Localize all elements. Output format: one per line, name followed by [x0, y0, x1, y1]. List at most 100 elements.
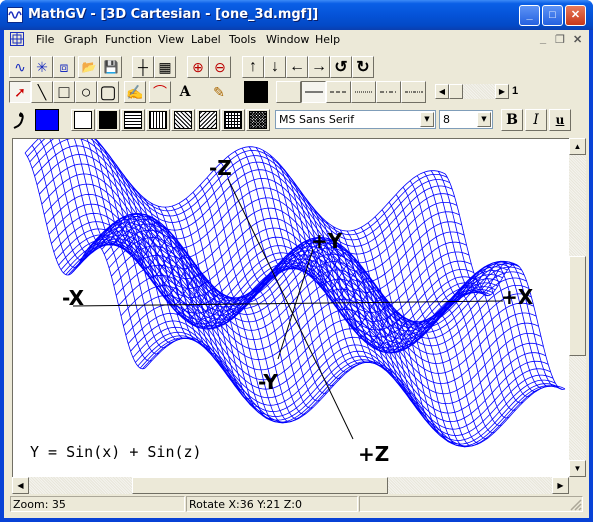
text-tool-button[interactable]: A: [174, 81, 196, 103]
line-style-dash-button[interactable]: [326, 81, 351, 103]
axes-button[interactable]: ┼: [132, 56, 154, 78]
arrow-left-button[interactable]: ←: [286, 56, 308, 78]
close-button[interactable]: ✕: [565, 5, 586, 26]
fill-pattern-vertical-button[interactable]: [146, 109, 170, 131]
fill-pattern-hollow-button[interactable]: [71, 109, 95, 131]
graph-canvas[interactable]: -Z +Y -X +X -Y +Z Y = Sin(x) + Sin(z): [12, 138, 569, 478]
line-style-dash-dot-button[interactable]: [376, 81, 401, 103]
menu-label[interactable]: Label: [191, 33, 221, 46]
line-width-slider[interactable]: ◀ ▶: [435, 84, 509, 99]
arrow-right-icon: →: [311, 58, 327, 75]
menu-graph[interactable]: Graph: [64, 33, 98, 46]
2d-graph-icon: ∿: [14, 58, 26, 75]
document-icon[interactable]: [10, 32, 24, 46]
axis-label-neg-x: -X: [62, 286, 85, 310]
fill-pattern-solid-icon: [99, 111, 117, 129]
save-file-button[interactable]: 💾: [100, 56, 122, 78]
rounded-rect-tool-button[interactable]: ▢: [97, 81, 119, 103]
arrow-down-button[interactable]: ↓: [264, 56, 286, 78]
font-name-select[interactable]: MS Sans Serif ▼: [275, 110, 436, 129]
chevron-down-icon[interactable]: ▼: [420, 112, 434, 127]
slider-thumb[interactable]: [449, 84, 463, 99]
line-tool-button[interactable]: ╲: [31, 81, 53, 103]
axis-label-pos-z: +Z: [358, 442, 390, 466]
vertical-scroll-thumb[interactable]: [569, 256, 586, 356]
line-style-solid-button[interactable]: [301, 81, 326, 103]
ellipse-tool-button[interactable]: ○: [75, 81, 97, 103]
rounded-rect-tool-icon: ▢: [99, 81, 117, 102]
slider-left-button[interactable]: ◀: [435, 84, 449, 99]
polar-graph-button[interactable]: ✳: [31, 56, 53, 78]
pick-color-button[interactable]: ✍: [124, 81, 146, 103]
scroll-down-button[interactable]: ▼: [569, 460, 586, 477]
rotate-cw-icon: ↻: [356, 59, 370, 76]
scroll-left-button[interactable]: ◀: [12, 477, 29, 494]
line-color-swatch[interactable]: [244, 81, 268, 103]
line-style-dash-dot-dot-button[interactable]: [401, 81, 426, 103]
brush-tool-button[interactable]: ⌒: [149, 81, 171, 103]
menu-view[interactable]: View: [158, 33, 184, 46]
zoom-in-button[interactable]: ⊕: [187, 56, 209, 78]
3d-graph-button[interactable]: ⧈: [53, 56, 75, 78]
menu-help[interactable]: Help: [315, 33, 340, 46]
axes-icon: ┼: [138, 59, 148, 75]
font-size-value: 8: [443, 113, 450, 126]
grid-button[interactable]: ▦: [154, 56, 176, 78]
arrow-right-button[interactable]: →: [308, 56, 330, 78]
scroll-right-button[interactable]: ▶: [552, 477, 569, 494]
menu-tools[interactable]: Tools: [229, 33, 256, 46]
line-tool-icon: ╲: [37, 83, 47, 100]
menu-file[interactable]: File: [36, 33, 54, 46]
app-icon: [7, 7, 23, 23]
fill-pattern-diagonal-down-button[interactable]: [171, 109, 195, 131]
client-area: File Graph Function View Label Tools Win…: [4, 30, 589, 518]
rectangle-tool-button[interactable]: □: [53, 81, 75, 103]
fill-pattern-diag-cross-button[interactable]: [246, 109, 270, 131]
fill-pattern-cross-button[interactable]: [221, 109, 245, 131]
fill-pattern-diagonal-up-button[interactable]: [196, 109, 220, 131]
equation-label: Y = Sin(x) + Sin(z): [30, 443, 202, 461]
pencil-color-button[interactable]: ✎: [208, 81, 230, 103]
2d-graph-button[interactable]: ∿: [9, 56, 31, 78]
minimize-button[interactable]: _: [519, 5, 540, 26]
arrow-up-button[interactable]: ↑: [242, 56, 264, 78]
rotate-cw-button[interactable]: ↻: [352, 56, 374, 78]
maximize-button[interactable]: □: [542, 5, 563, 26]
axis-label-neg-y: -Y: [258, 370, 278, 394]
chevron-down-icon[interactable]: ▼: [477, 112, 491, 127]
fill-pattern-horizontal-icon: [124, 111, 142, 129]
title-bar[interactable]: MathGV - [3D Cartesian - [one_3d.mgf]] _…: [0, 0, 593, 30]
underline-button[interactable]: u: [549, 109, 571, 131]
line-width-value: 1: [512, 85, 519, 97]
mdi-restore-button[interactable]: ❐: [555, 33, 565, 46]
resize-grip-icon[interactable]: [570, 499, 582, 511]
menu-function[interactable]: Function: [105, 33, 152, 46]
surface-mesh: [24, 139, 566, 448]
line-style-none-button[interactable]: [276, 81, 301, 103]
mesh-line: [27, 139, 448, 236]
bold-button[interactable]: B: [501, 109, 523, 131]
mdi-close-button[interactable]: ✕: [573, 33, 582, 46]
line-style-dot-button[interactable]: [351, 81, 376, 103]
vertical-scrollbar[interactable]: ▲ ▼: [569, 138, 586, 477]
window-title: MathGV - [3D Cartesian - [one_3d.mgf]]: [28, 7, 319, 22]
horizontal-scroll-thumb[interactable]: [132, 477, 388, 494]
line-style-dash-dot-icon: [379, 91, 398, 93]
mdi-minimize-button[interactable]: _: [540, 33, 546, 45]
pencil-color-icon: ✎: [213, 83, 225, 100]
scroll-up-button[interactable]: ▲: [569, 138, 586, 155]
open-file-button[interactable]: 📂: [78, 56, 100, 78]
menu-window[interactable]: Window: [266, 33, 309, 46]
select-arrow-button[interactable]: ➚: [9, 81, 31, 103]
rotate-ccw-button[interactable]: ↺: [330, 56, 352, 78]
fill-pattern-solid-button[interactable]: [96, 109, 120, 131]
font-size-select[interactable]: 8 ▼: [439, 110, 493, 129]
fill-color-swatch[interactable]: [35, 109, 59, 131]
slider-right-button[interactable]: ▶: [495, 84, 509, 99]
italic-button[interactable]: I: [525, 109, 547, 131]
status-bar: Zoom: 35 Rotate X:36 Y:21 Z:0: [8, 494, 586, 514]
fill-pattern-horizontal-button[interactable]: [121, 109, 145, 131]
zoom-out-button[interactable]: ⊖: [209, 56, 231, 78]
horizontal-scrollbar[interactable]: ◀ ▶: [12, 477, 569, 494]
fill-bucket-icon[interactable]: [9, 109, 31, 131]
